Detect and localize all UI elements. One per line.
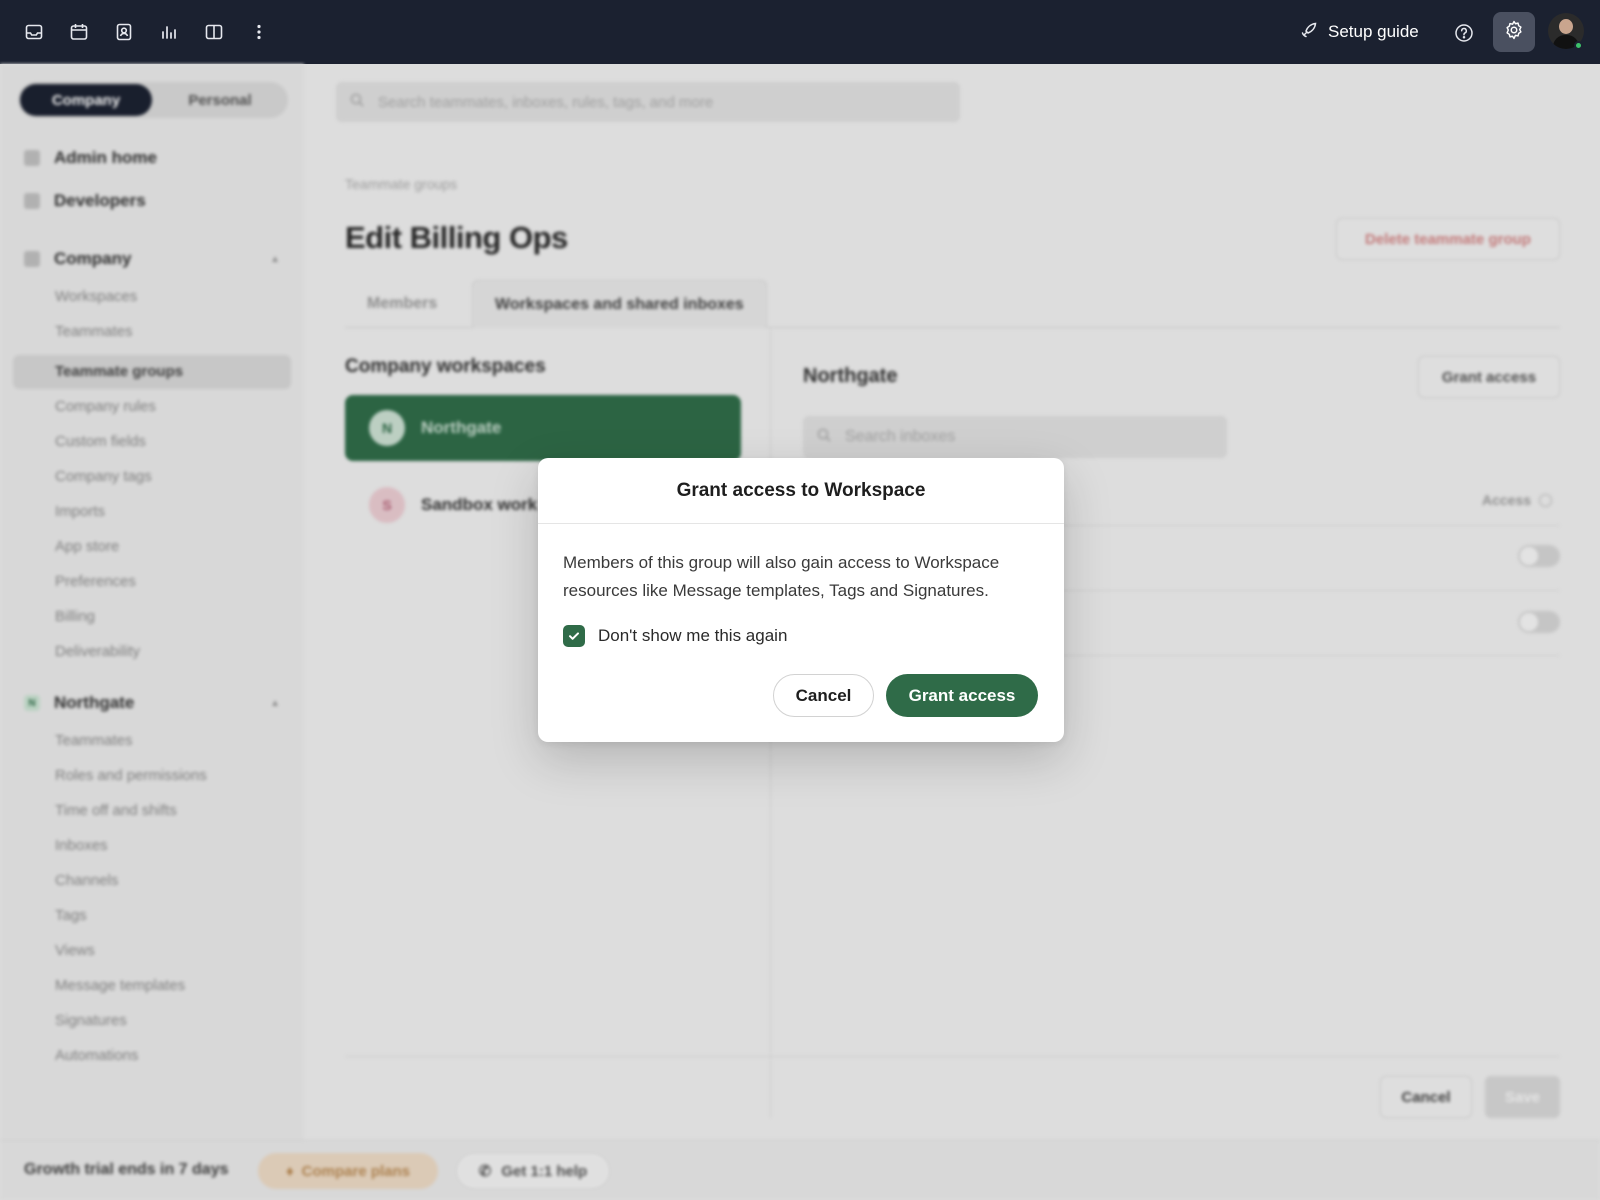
grant-access-dialog: Grant access to Workspace Members of thi… — [538, 458, 1064, 742]
dialog-title: Grant access to Workspace — [538, 458, 1064, 524]
settings-button[interactable] — [1493, 12, 1535, 52]
top-bar: Setup guide — [0, 0, 1600, 64]
dont-show-again-row[interactable]: Don't show me this again — [563, 625, 787, 647]
panel-icon[interactable] — [202, 20, 226, 44]
dialog-grant-access-button[interactable]: Grant access — [886, 674, 1038, 717]
calendar-icon[interactable] — [67, 20, 91, 44]
inbox-icon[interactable] — [22, 20, 46, 44]
analytics-icon[interactable] — [157, 20, 181, 44]
gear-icon — [1503, 19, 1525, 46]
setup-guide-button[interactable]: Setup guide — [1300, 18, 1419, 46]
checkbox-label: Don't show me this again — [598, 626, 788, 645]
rocket-icon — [1300, 21, 1318, 44]
dialog-message: Members of this group will also gain acc… — [563, 553, 1000, 600]
more-icon[interactable] — [247, 20, 271, 44]
help-icon[interactable] — [1452, 21, 1476, 45]
dont-show-again-checkbox[interactable] — [563, 625, 585, 647]
dialog-cancel-button[interactable]: Cancel — [773, 674, 874, 717]
online-status-dot — [1574, 41, 1583, 50]
setup-guide-label: Setup guide — [1328, 22, 1419, 41]
checkmark-icon — [569, 632, 579, 640]
contacts-icon[interactable] — [112, 20, 136, 44]
